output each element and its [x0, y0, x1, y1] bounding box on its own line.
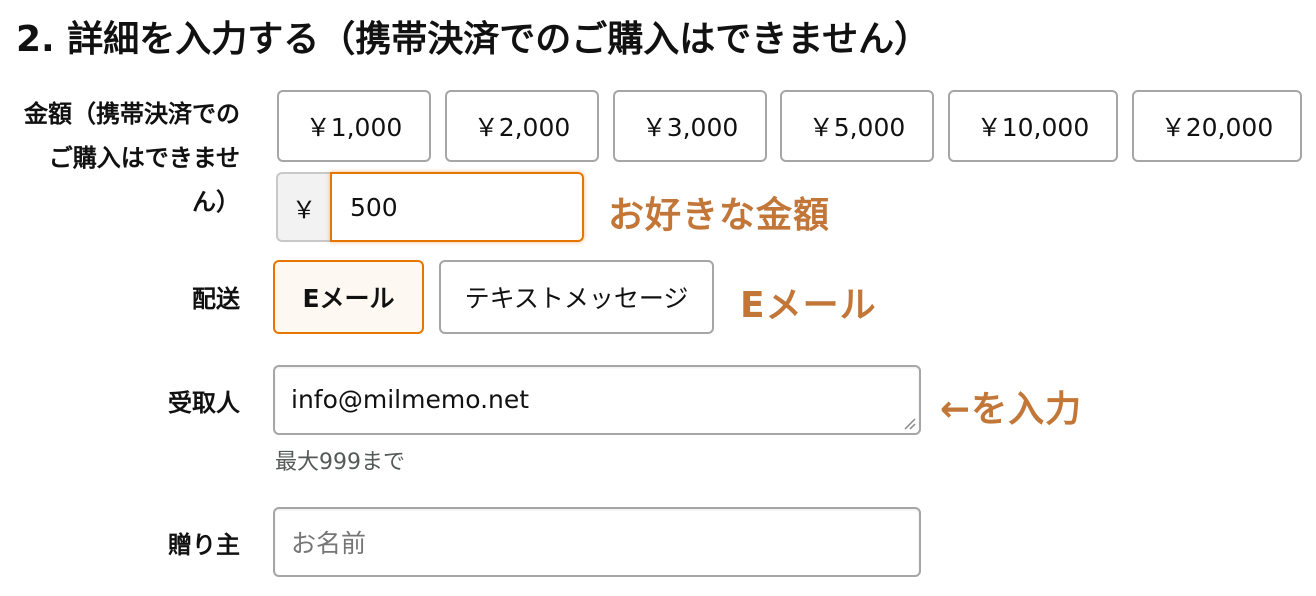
delivery-option-text-message[interactable]: テキストメッセージ — [439, 260, 714, 334]
recipient-value: info@milmemo.net — [291, 385, 530, 414]
sender-name-input[interactable]: お名前 — [273, 507, 921, 577]
custom-amount-input[interactable]: 500 — [330, 172, 584, 242]
amount-option-1000[interactable]: ￥1,000 — [277, 90, 431, 162]
delivery-annotation: Eメール — [740, 285, 877, 326]
amount-annotation: お好きな金額 — [608, 195, 831, 236]
amount-option-5000[interactable]: ￥5,000 — [780, 90, 934, 162]
recipient-annotation: ←を入力 — [940, 389, 1083, 430]
recipient-hint: 最大999まで — [275, 450, 405, 475]
delivery-option-email[interactable]: Eメール — [273, 260, 424, 334]
amount-label: 金額（携帯決済でのご購入はできません） — [24, 100, 240, 216]
recipient-textarea[interactable]: info@milmemo.net — [273, 365, 921, 435]
section-title: 2. 詳細を入力する（携帯決済でのご購入はできません） — [16, 19, 931, 60]
currency-prefix: ￥ — [276, 172, 330, 242]
delivery-label: 配送 — [192, 285, 240, 313]
amount-option-3000[interactable]: ￥3,000 — [613, 90, 767, 162]
recipient-label: 受取人 — [168, 389, 240, 417]
sender-label: 贈り主 — [168, 531, 240, 559]
resize-grip-icon[interactable] — [902, 416, 916, 430]
amount-option-2000[interactable]: ￥2,000 — [445, 90, 599, 162]
gift-card-details-form: 2. 詳細を入力する（携帯決済でのご購入はできません） 金額（携帯決済でのご購入… — [0, 0, 1316, 596]
custom-amount-group: ￥ 500 — [276, 172, 584, 242]
amount-option-20000[interactable]: ￥20,000 — [1132, 90, 1302, 162]
amount-option-10000[interactable]: ￥10,000 — [948, 90, 1118, 162]
